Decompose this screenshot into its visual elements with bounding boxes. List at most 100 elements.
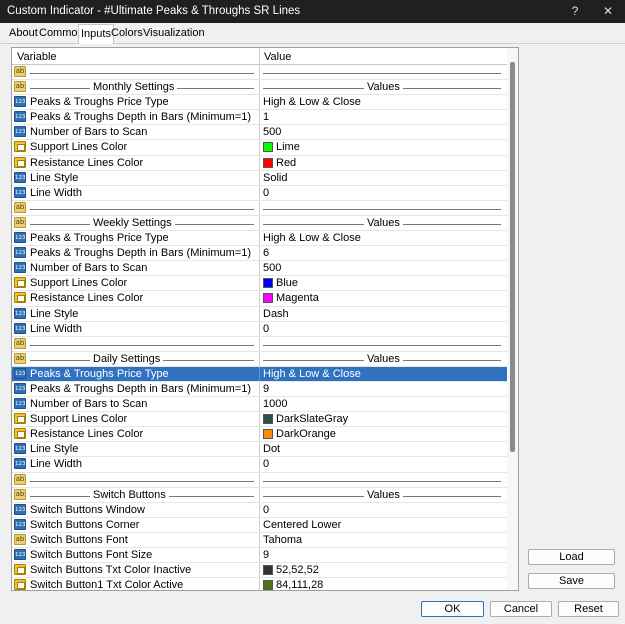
load-button[interactable]: Load: [528, 549, 615, 565]
parameter-value[interactable]: 1: [263, 111, 269, 123]
parameter-value[interactable]: 0: [263, 458, 269, 470]
section-row[interactable]: Switch Buttons Values: [12, 487, 508, 503]
numeric-type-icon: [14, 398, 26, 410]
parameter-row[interactable]: Number of Bars to Scan 500: [12, 261, 508, 277]
parameter-value[interactable]: Magenta: [276, 292, 319, 304]
parameter-row[interactable]: Switch Buttons Window 0: [12, 502, 508, 518]
parameter-value[interactable]: 500: [263, 126, 281, 138]
inputs-grid[interactable]: Variable Value Monthly SettingsValues Pea…: [11, 47, 519, 591]
column-header-value[interactable]: Value: [264, 51, 291, 63]
parameter-value[interactable]: 1000: [263, 398, 287, 410]
parameter-name: Peaks & Troughs Price Type: [30, 232, 169, 245]
parameter-row[interactable]: Resistance Lines Color Red: [12, 155, 508, 171]
parameter-row[interactable]: Line Style Dot: [12, 442, 508, 458]
scrollbar-thumb[interactable]: [510, 62, 515, 452]
help-button[interactable]: ?: [565, 2, 585, 20]
blank-row[interactable]: [12, 336, 508, 352]
parameter-row[interactable]: Line Width 0: [12, 457, 508, 473]
parameter-row[interactable]: Number of Bars to Scan 1000: [12, 397, 508, 413]
section-row[interactable]: Weekly Settings Values: [12, 215, 508, 232]
parameter-value[interactable]: DarkOrange: [276, 428, 336, 440]
cancel-button[interactable]: Cancel: [490, 601, 552, 617]
parameter-row[interactable]: Resistance Lines Color DarkOrange: [12, 427, 508, 443]
parameter-value[interactable]: 0: [263, 323, 269, 335]
blank-row[interactable]: [12, 472, 508, 488]
parameter-row[interactable]: Peaks & Troughs Depth in Bars (Minimum=1…: [12, 110, 508, 126]
column-separator[interactable]: [259, 48, 260, 65]
color-swatch[interactable]: [263, 278, 273, 289]
color-swatch[interactable]: [263, 293, 273, 304]
blank-row[interactable]: [12, 200, 508, 216]
parameter-value[interactable]: Lime: [276, 141, 300, 153]
tab-colors[interactable]: Colors: [109, 26, 145, 43]
parameter-value[interactable]: 9: [263, 549, 269, 561]
vertical-scrollbar[interactable]: [507, 48, 518, 590]
parameter-row[interactable]: Line Style Solid: [12, 170, 508, 186]
parameter-value[interactable]: Blue: [276, 277, 298, 289]
parameter-row[interactable]: Switch Button1 Txt Color Active 84,111,28: [12, 578, 508, 590]
parameter-value[interactable]: High & Low & Close: [263, 232, 361, 244]
parameter-value[interactable]: Red: [276, 157, 296, 169]
column-divider: [259, 487, 260, 502]
parameter-value[interactable]: 500: [263, 262, 281, 274]
color-type-icon: [14, 579, 26, 590]
column-divider: [259, 517, 260, 532]
parameter-value[interactable]: Dash: [263, 308, 289, 320]
section-row[interactable]: Monthly Settings Values: [12, 80, 508, 96]
reset-button[interactable]: Reset: [558, 601, 619, 617]
parameter-row[interactable]: Line Width 0: [12, 321, 508, 337]
section-title: Weekly Settings: [90, 216, 175, 229]
underline-divider: [30, 480, 254, 482]
ok-button[interactable]: OK: [421, 601, 484, 617]
parameter-value[interactable]: 0: [263, 504, 269, 516]
parameter-row[interactable]: Peaks & Troughs Price Type High & Low & C…: [12, 95, 508, 111]
parameter-value[interactable]: Centered Lower: [263, 519, 341, 531]
parameter-row[interactable]: Line Style Dash: [12, 306, 508, 322]
color-swatch[interactable]: [263, 565, 273, 576]
color-swatch[interactable]: [263, 429, 273, 440]
tab-about[interactable]: About: [7, 26, 40, 43]
color-swatch[interactable]: [263, 157, 273, 168]
parameter-row[interactable]: Number of Bars to Scan 500: [12, 125, 508, 141]
parameter-name: Line Width: [30, 458, 82, 471]
parameter-value[interactable]: 52,52,52: [276, 564, 319, 576]
parameter-row[interactable]: Support Lines Color Blue: [12, 276, 508, 292]
parameter-value[interactable]: 6: [263, 247, 269, 259]
color-swatch[interactable]: [263, 414, 273, 425]
parameter-value[interactable]: High & Low & Close: [263, 96, 361, 108]
parameter-value[interactable]: 0: [263, 187, 269, 199]
tab-visualization[interactable]: Visualization: [141, 26, 207, 43]
color-swatch[interactable]: [263, 142, 273, 153]
parameter-value[interactable]: 84,111,28: [276, 579, 323, 590]
parameter-row[interactable]: Peaks & Troughs Price Type High & Low & C…: [12, 366, 508, 382]
parameter-row[interactable]: Switch Buttons Txt Color Inactive 52,52,5…: [12, 563, 508, 579]
column-header-variable[interactable]: Variable: [17, 51, 57, 63]
parameter-row[interactable]: Peaks & Troughs Depth in Bars (Minimum=1…: [12, 246, 508, 262]
grid-rows: Monthly SettingsValues Peaks & Troughs Pr…: [12, 65, 508, 590]
parameter-name: Switch Buttons Font Size: [30, 549, 153, 561]
column-divider: [259, 457, 260, 472]
parameter-row[interactable]: Switch Buttons Corner Centered Lower: [12, 517, 508, 533]
parameter-value[interactable]: Solid: [263, 172, 287, 184]
parameter-value[interactable]: DarkSlateGray: [276, 413, 348, 425]
parameter-row[interactable]: Peaks & Troughs Price Type High & Low & C…: [12, 231, 508, 247]
parameter-row[interactable]: Peaks & Troughs Depth in Bars (Minimum=1…: [12, 381, 508, 398]
string-type-icon: [14, 352, 26, 364]
color-swatch[interactable]: [263, 580, 273, 590]
section-row[interactable]: Daily Settings Values: [12, 351, 508, 367]
parameter-row[interactable]: Switch Buttons Font Size 9: [12, 548, 508, 564]
parameter-row[interactable]: Line Width 0: [12, 185, 508, 201]
blank-row[interactable]: [12, 65, 508, 81]
parameter-row[interactable]: Resistance Lines Color Magenta: [12, 291, 508, 307]
parameter-row[interactable]: Support Lines Color Lime: [12, 140, 508, 156]
parameter-value[interactable]: Dot: [263, 443, 280, 455]
close-icon[interactable]: ✕: [598, 2, 618, 20]
save-button[interactable]: Save: [528, 573, 615, 589]
string-type-icon: [14, 337, 26, 349]
underline-divider: [263, 344, 501, 346]
parameter-value[interactable]: High & Low & Close: [263, 368, 361, 380]
parameter-row[interactable]: Switch Buttons Font Tahoma: [12, 532, 508, 548]
parameter-row[interactable]: Support Lines Color DarkSlateGray: [12, 412, 508, 428]
parameter-value[interactable]: Tahoma: [263, 534, 302, 546]
parameter-value[interactable]: 9: [263, 383, 269, 395]
